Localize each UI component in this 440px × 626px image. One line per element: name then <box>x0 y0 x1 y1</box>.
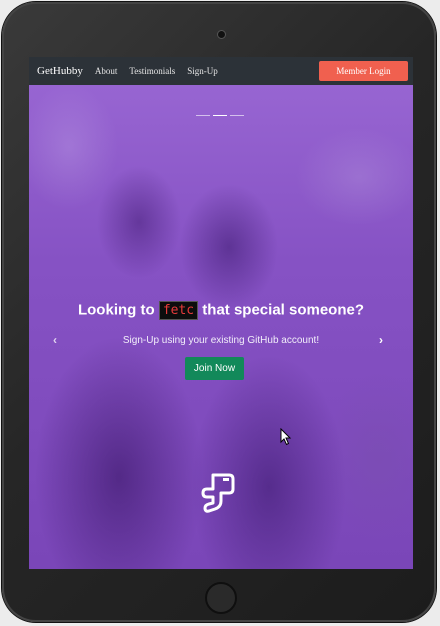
fetch-hand-icon <box>201 473 235 513</box>
hero-subline: Sign-Up using your existing GitHub accou… <box>122 335 320 346</box>
screen: GetHubby About Testimonials Sign-Up Memb… <box>29 57 413 569</box>
tablet-frame: GetHubby About Testimonials Sign-Up Memb… <box>2 2 436 622</box>
mouse-cursor-icon <box>280 428 292 446</box>
home-button[interactable] <box>205 582 237 614</box>
headline-code-word: fetc <box>158 301 199 320</box>
nav-link-testimonials[interactable]: Testimonials <box>129 66 175 76</box>
carousel-indicator-1[interactable] <box>196 115 210 116</box>
headline-text-before: Looking to <box>77 301 155 319</box>
member-login-button[interactable]: Member Login <box>319 61 408 81</box>
camera-icon <box>217 30 226 39</box>
hero-headline: Looking to fetc that special someone? <box>29 301 413 320</box>
headline-text-after: that special someone? <box>202 301 365 319</box>
carousel-indicator-3[interactable] <box>230 115 244 116</box>
join-now-button[interactable]: Join Now <box>185 357 244 380</box>
nav-link-signup[interactable]: Sign-Up <box>187 66 218 76</box>
carousel-prev-chevron-left-icon[interactable]: ‹ <box>53 333 57 347</box>
brand-link[interactable]: GetHubby <box>37 65 83 77</box>
navbar: GetHubby About Testimonials Sign-Up Memb… <box>29 57 413 85</box>
carousel-indicator-2[interactable] <box>213 115 227 116</box>
carousel-indicators <box>196 115 244 116</box>
nav-link-about[interactable]: About <box>95 66 118 76</box>
carousel-next-chevron-right-icon[interactable]: › <box>379 333 383 347</box>
